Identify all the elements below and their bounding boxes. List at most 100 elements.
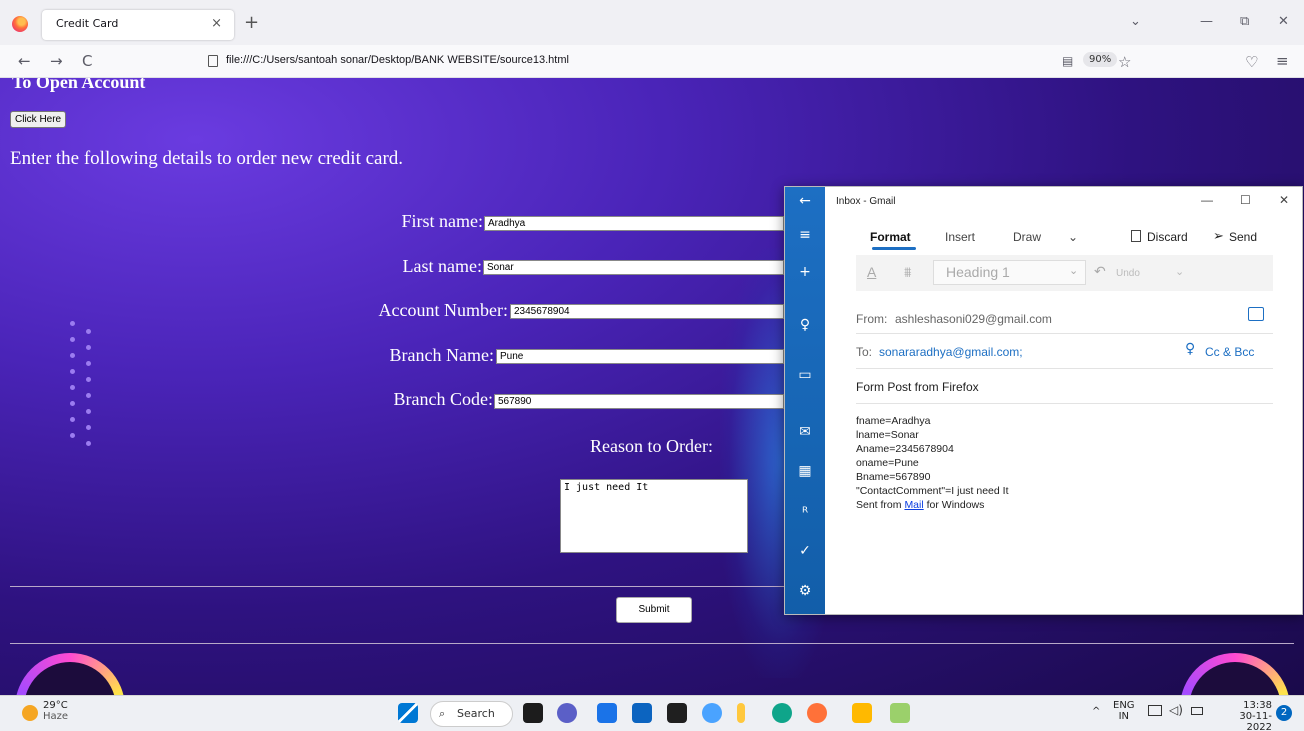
restore-icon[interactable]: ⧉ — [1240, 14, 1249, 29]
account-number-label: Account Number: — [378, 300, 508, 320]
body-line[interactable]: fname=Aradhya — [856, 414, 930, 428]
mail-compose-window: ← ≡ + ♀ ▭ ✉ ▦ ᴿ ✓ ⚙ Inbox - Gmail — ☐ ✕ … — [784, 186, 1303, 615]
volume-icon[interactable]: ◁) — [1169, 703, 1183, 717]
settings-icon[interactable]: ⚙ — [785, 583, 825, 599]
notification-badge[interactable]: 2 — [1276, 705, 1292, 721]
language-indicator[interactable]: ENG IN — [1113, 700, 1135, 722]
submit-button[interactable]: Submit — [616, 597, 692, 623]
start-icon[interactable] — [398, 703, 418, 723]
battery-icon[interactable] — [1191, 707, 1203, 715]
decorative-orb-right — [1180, 653, 1290, 695]
firefox-logo-icon — [12, 16, 28, 32]
list-tabs-icon[interactable]: ⌄ — [1130, 14, 1141, 29]
body-line[interactable]: "ContactComment"=I just need It — [856, 484, 1009, 498]
mail-maximize-icon[interactable]: ☐ — [1240, 193, 1251, 207]
cc-bcc-button[interactable]: Cc & Bcc — [1205, 345, 1254, 359]
clock[interactable]: 13:38 30-11-2022 — [1216, 700, 1272, 731]
paragraph-icon[interactable]: ⩩ — [904, 264, 911, 281]
decorative-orb-left — [15, 653, 125, 695]
more-tabs-icon[interactable]: ⌄ — [1068, 230, 1078, 244]
mail-app-icon[interactable] — [632, 703, 652, 723]
mail-minimize-icon[interactable]: — — [1201, 193, 1213, 207]
account-number-input[interactable]: 2345678904 — [510, 304, 784, 319]
close-tab-icon[interactable]: × — [211, 16, 222, 31]
menu-icon[interactable]: ≡ — [1276, 52, 1289, 70]
heading-style-select[interactable]: Heading 1 — [933, 260, 1086, 285]
body-line[interactable]: Bname=567890 — [856, 470, 930, 484]
mail-close-icon[interactable]: ✕ — [1279, 193, 1289, 207]
to-address[interactable]: sonararadhya@gmail.com; — [879, 345, 1023, 359]
click-here-button[interactable]: Click Here — [10, 111, 67, 128]
new-tab-button[interactable]: + — [244, 12, 259, 33]
reload-icon[interactable]: C — [82, 52, 92, 70]
date: 30-11-2022 — [1239, 711, 1272, 731]
send-button[interactable]: Send — [1229, 230, 1257, 244]
todo-icon[interactable]: ✓ — [785, 543, 825, 559]
body-line[interactable]: oname=Pune — [856, 456, 919, 470]
back-arrow-icon[interactable]: ← — [785, 193, 825, 209]
hamburger-icon[interactable]: ≡ — [785, 227, 825, 243]
undo-chevron-icon[interactable]: ⌄ — [1175, 265, 1184, 278]
search-label: Search — [457, 707, 495, 720]
mail-icon[interactable]: ✉ — [785, 424, 825, 440]
people-icon[interactable]: ᴿ — [785, 505, 825, 521]
tab-draw[interactable]: Draw — [1013, 230, 1041, 244]
weather-icon[interactable] — [22, 705, 38, 721]
back-icon[interactable]: ← — [18, 52, 31, 70]
dropbox-icon[interactable] — [667, 703, 687, 723]
reader-view-icon[interactable]: ▤ — [1062, 54, 1073, 68]
body-line[interactable]: Aname=2345678904 — [856, 442, 954, 456]
power-automate-icon[interactable] — [737, 703, 745, 723]
discard-button[interactable]: Discard — [1147, 230, 1188, 244]
subject-field[interactable]: Form Post from Firefox — [856, 380, 979, 394]
mail-link[interactable]: Mail — [904, 499, 923, 511]
branch-code-input[interactable]: 567890 — [494, 394, 784, 409]
popout-icon[interactable] — [1248, 307, 1264, 321]
folder-icon[interactable]: ▭ — [785, 367, 825, 383]
tray-chevron-icon[interactable]: ^ — [1092, 706, 1100, 717]
reason-label: Reason to Order: — [590, 436, 713, 456]
task-view-icon[interactable] — [523, 703, 543, 723]
from-address[interactable]: ashleshasoni029@gmail.com — [895, 312, 1052, 326]
new-mail-icon[interactable]: + — [785, 264, 825, 280]
from-label: From: — [856, 312, 888, 326]
last-name-input[interactable]: Sonar — [483, 260, 784, 275]
minimize-icon[interactable]: — — [1200, 14, 1213, 29]
undo-button[interactable]: Undo — [1116, 268, 1140, 279]
photos-icon[interactable] — [702, 703, 722, 723]
url-bar[interactable]: file:///C:/Users/santoah sonar/Desktop/B… — [226, 54, 569, 66]
body-line[interactable]: lname=Sonar — [856, 428, 919, 442]
zoom-level[interactable]: 90% — [1083, 52, 1118, 67]
file-explorer-icon[interactable] — [852, 703, 872, 723]
intro-text: Enter the following details to order new… — [10, 148, 404, 169]
reason-textarea[interactable]: I just need It — [560, 479, 748, 553]
first-name-input[interactable]: Aradhya — [484, 216, 784, 231]
separator — [856, 333, 1273, 334]
paint-icon[interactable] — [890, 703, 910, 723]
taskbar — [0, 695, 1304, 731]
contact-icon[interactable]: ♀ — [1185, 341, 1195, 357]
firefox-taskbar-icon[interactable] — [807, 703, 827, 723]
tab-format[interactable]: Format — [870, 230, 911, 244]
font-color-icon[interactable]: A — [867, 264, 876, 280]
branch-name-input[interactable]: Pune — [496, 349, 784, 364]
weather-widget[interactable]: 29°C Haze — [43, 700, 68, 722]
forward-icon[interactable]: → — [50, 52, 63, 70]
divider — [10, 643, 1294, 644]
account-icon[interactable]: ♀ — [785, 317, 825, 333]
pocket-icon[interactable]: ♡ — [1245, 53, 1258, 71]
bookmark-star-icon[interactable]: ☆ — [1118, 53, 1131, 71]
first-name-label: First name: — [401, 211, 484, 231]
chat-icon[interactable] — [557, 703, 577, 723]
heading-chevron-icon[interactable]: ⌄ — [1069, 264, 1078, 277]
to-label: To: — [856, 345, 873, 359]
calendar-icon[interactable]: ▦ — [785, 463, 825, 479]
edge-icon[interactable] — [772, 703, 792, 723]
widgets-icon[interactable] — [597, 703, 617, 723]
tab-credit-card[interactable]: Credit Card × — [42, 10, 234, 40]
tab-insert[interactable]: Insert — [945, 230, 975, 244]
close-window-icon[interactable]: ✕ — [1278, 14, 1289, 29]
active-tab-indicator — [872, 247, 916, 250]
last-name-label: Last name: — [402, 256, 482, 276]
network-icon[interactable] — [1148, 705, 1162, 716]
